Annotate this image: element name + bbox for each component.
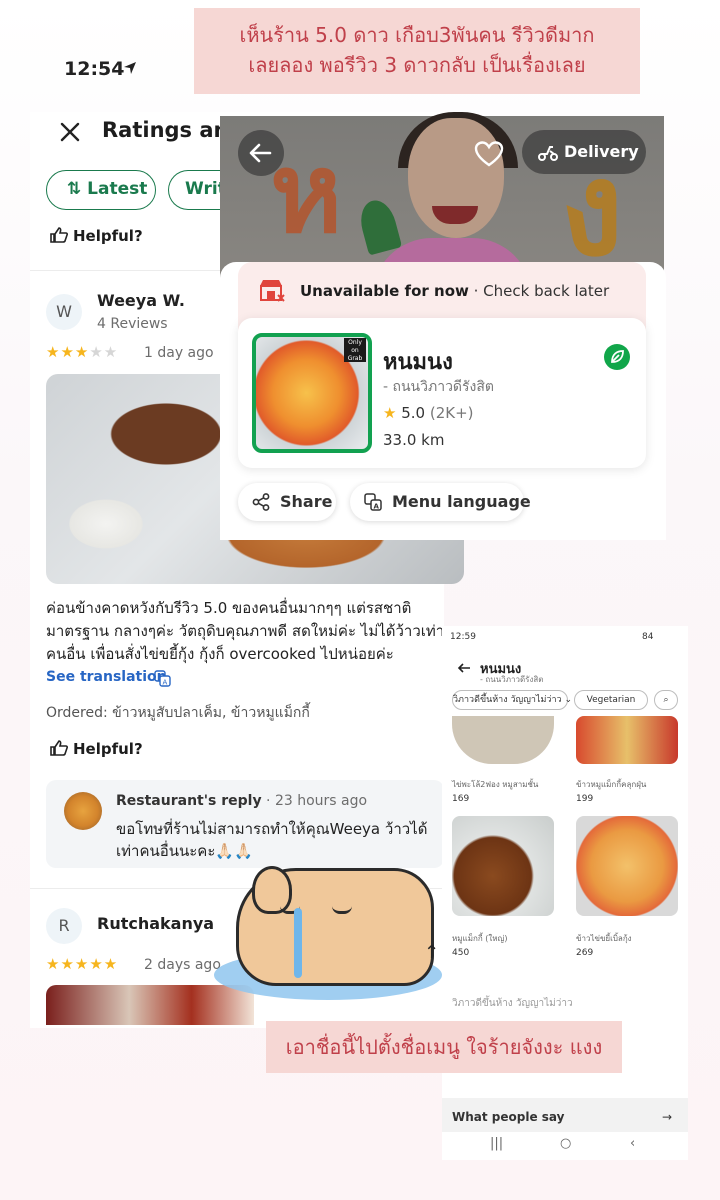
- filter-write-button[interactable]: Writ: [168, 170, 220, 210]
- star-icon: ★★★: [46, 343, 90, 361]
- reply-text: ขอโทษที่ร้านไม่สามารถทำให้คุณWeeya ว้าวไ…: [116, 820, 428, 860]
- menu-shop-branch: - ถนนวิภาวดีรังสิต: [480, 675, 544, 684]
- helpful-button[interactable]: Helpful?: [50, 740, 143, 758]
- star-empty-icon: ★★: [89, 343, 119, 361]
- reviewer-count: 4 Reviews: [97, 316, 168, 332]
- review-photo[interactable]: [46, 985, 254, 1025]
- menu-item-name: ไข่พะโล้2ฟอง หมูสามชั้น: [452, 780, 539, 789]
- star-icon: ★: [383, 404, 397, 422]
- menu-item-price: 199: [576, 794, 594, 804]
- reviewer-avatar: W: [46, 294, 82, 330]
- store-closed-icon: [260, 280, 285, 302]
- chevron-down-icon: ⌄: [564, 695, 572, 705]
- sticker-tear: [294, 908, 302, 978]
- unavailable-text: Unavailable for now · Check back later: [300, 282, 609, 300]
- helpful-button-top[interactable]: Helpful?: [50, 227, 143, 245]
- arrow-right-icon[interactable]: →: [662, 1110, 672, 1124]
- share-icon: [252, 493, 270, 511]
- arrow-left-icon: [249, 143, 272, 163]
- reply-label: Restaurant's reply: [116, 793, 262, 809]
- svg-text:A: A: [374, 503, 380, 511]
- review-text: ค่อนข้างคาดหวังกับรีวิว 5.0 ของคนอื่นมาก…: [46, 599, 445, 663]
- search-icon: ⌕: [663, 695, 669, 705]
- rating-count: (2K+): [429, 404, 474, 422]
- thumbs-up-icon: [50, 227, 68, 243]
- vegetarian-badge-icon: [604, 344, 630, 370]
- menu-category-label: วิภาวดีขึ้นห้าง วัญญาไม่ว่าว: [453, 695, 562, 705]
- rating-value: 5.0: [401, 404, 426, 422]
- back-button[interactable]: [238, 130, 284, 176]
- helpful-label: Helpful?: [73, 740, 143, 758]
- delivery-label: Delivery: [564, 142, 639, 161]
- what-people-say-label: What people say: [452, 1110, 565, 1124]
- sort-icon: ⇅: [67, 179, 82, 199]
- shop-name: หนมนง: [383, 350, 453, 375]
- nav-recents-icon[interactable]: |||: [490, 1136, 503, 1151]
- delivery-toggle-button[interactable]: Delivery: [522, 130, 646, 174]
- close-icon[interactable]: [56, 118, 84, 146]
- menu-item-price: 450: [452, 948, 470, 958]
- menu-item-name: ข้าวหมูแม็กกี้คลุกฝุ่น: [576, 780, 647, 789]
- shop-branch: - ถนนวิภาวดีรังสิต: [383, 379, 495, 395]
- review-time: 1 day ago: [144, 345, 214, 361]
- page-title: Ratings and: [102, 118, 220, 142]
- top-caption: เห็นร้าน 5.0 ดาว เกือบ3พันคน รีวิวดีมาก …: [194, 8, 640, 94]
- top-caption-line2: เลยลอง พอรีวิว 3 ดาวกลับ เป็นเรื่องเลย: [248, 53, 586, 77]
- helpful-label: Helpful?: [73, 227, 143, 245]
- review-time: 2 days ago: [144, 957, 221, 973]
- restaurant-avatar: [64, 792, 102, 830]
- star-icon: ★★★★★: [46, 955, 119, 973]
- unavailable-hint: · Check back later: [468, 282, 610, 300]
- nav-home-icon[interactable]: ○: [560, 1136, 571, 1151]
- rating-stars: ★★★★★: [46, 955, 118, 973]
- menu-search-button[interactable]: ⌕: [654, 690, 678, 710]
- see-translation-link[interactable]: See translation: [46, 669, 167, 685]
- arrow-up-icon[interactable]: ↑: [424, 942, 439, 963]
- rating-stars: ★★★★★: [46, 343, 118, 361]
- shop-rating[interactable]: ★ 5.0 (2K+): [383, 404, 474, 422]
- share-button[interactable]: Share: [238, 483, 336, 521]
- reply-header: Restaurant's reply · 23 hours ago: [116, 793, 368, 809]
- reviewer-name: Rutchakanya: [97, 914, 215, 933]
- menu-language-label: Menu language: [392, 492, 531, 511]
- menu-item-price: 269: [576, 948, 594, 958]
- svg-text:A: A: [163, 679, 168, 687]
- arrow-left-icon[interactable]: [456, 660, 472, 676]
- filter-latest-button[interactable]: ⇅ Latest: [46, 170, 156, 210]
- share-label: Share: [280, 492, 333, 511]
- thumbs-up-icon: [50, 740, 68, 756]
- status-time: 12:54: [64, 58, 125, 80]
- menu-item-image[interactable]: [576, 716, 678, 764]
- reviewer-avatar: R: [46, 908, 82, 944]
- location-arrow-icon: [124, 62, 136, 74]
- unavailable-status: Unavailable for now: [300, 282, 469, 300]
- menu-status-time: 12:59: [450, 632, 476, 642]
- menu-item-name: หมูแม็กกี้ (ใหญ่): [452, 934, 508, 943]
- language-icon: A: [364, 493, 382, 511]
- grab-exclusive-tag: Only on Grab: [344, 338, 366, 362]
- menu-language-button[interactable]: A Menu language: [350, 483, 531, 521]
- reply-time: 23 hours ago: [274, 793, 368, 809]
- scooter-icon: [538, 146, 558, 161]
- filter-latest-label: Latest: [87, 179, 148, 199]
- menu-category-dropdown[interactable]: วิภาวดีขึ้นห้าง วัญญาไม่ว่าว ⌄: [452, 690, 572, 710]
- shop-distance: 33.0 km: [383, 431, 445, 449]
- filter-write-label: Writ: [185, 179, 220, 199]
- reviewer-name: Weeya W.: [97, 291, 185, 310]
- vegetarian-label: Vegetarian: [586, 695, 636, 705]
- translate-icon[interactable]: A: [154, 670, 171, 687]
- ordered-items: Ordered: ข้าวหมูสับปลาเค็ม, ข้าวหมูแม็กก…: [46, 705, 310, 721]
- nav-back-icon[interactable]: ‹: [630, 1136, 635, 1151]
- bottom-caption: เอาชื่อนี้ไปตั้งชื่อเมนู ใจร้ายจังงะ แงง: [266, 1021, 622, 1073]
- vegetarian-filter-chip[interactable]: Vegetarian: [574, 690, 648, 710]
- menu-section-title: วิภาวดีขึ้นห้าง วัญญาไม่ว่าว: [452, 998, 573, 1009]
- heart-icon[interactable]: [474, 140, 504, 168]
- battery-level: 84: [642, 632, 654, 642]
- menu-item-price: 169: [452, 794, 470, 804]
- menu-item-image[interactable]: [452, 816, 554, 916]
- menu-item-name: ข้าวไข่ขยี้เบิ้ลกุ้ง: [576, 934, 632, 943]
- menu-item-image[interactable]: [576, 816, 678, 916]
- top-caption-line1: เห็นร้าน 5.0 ดาว เกือบ3พันคน รีวิวดีมาก: [239, 23, 595, 47]
